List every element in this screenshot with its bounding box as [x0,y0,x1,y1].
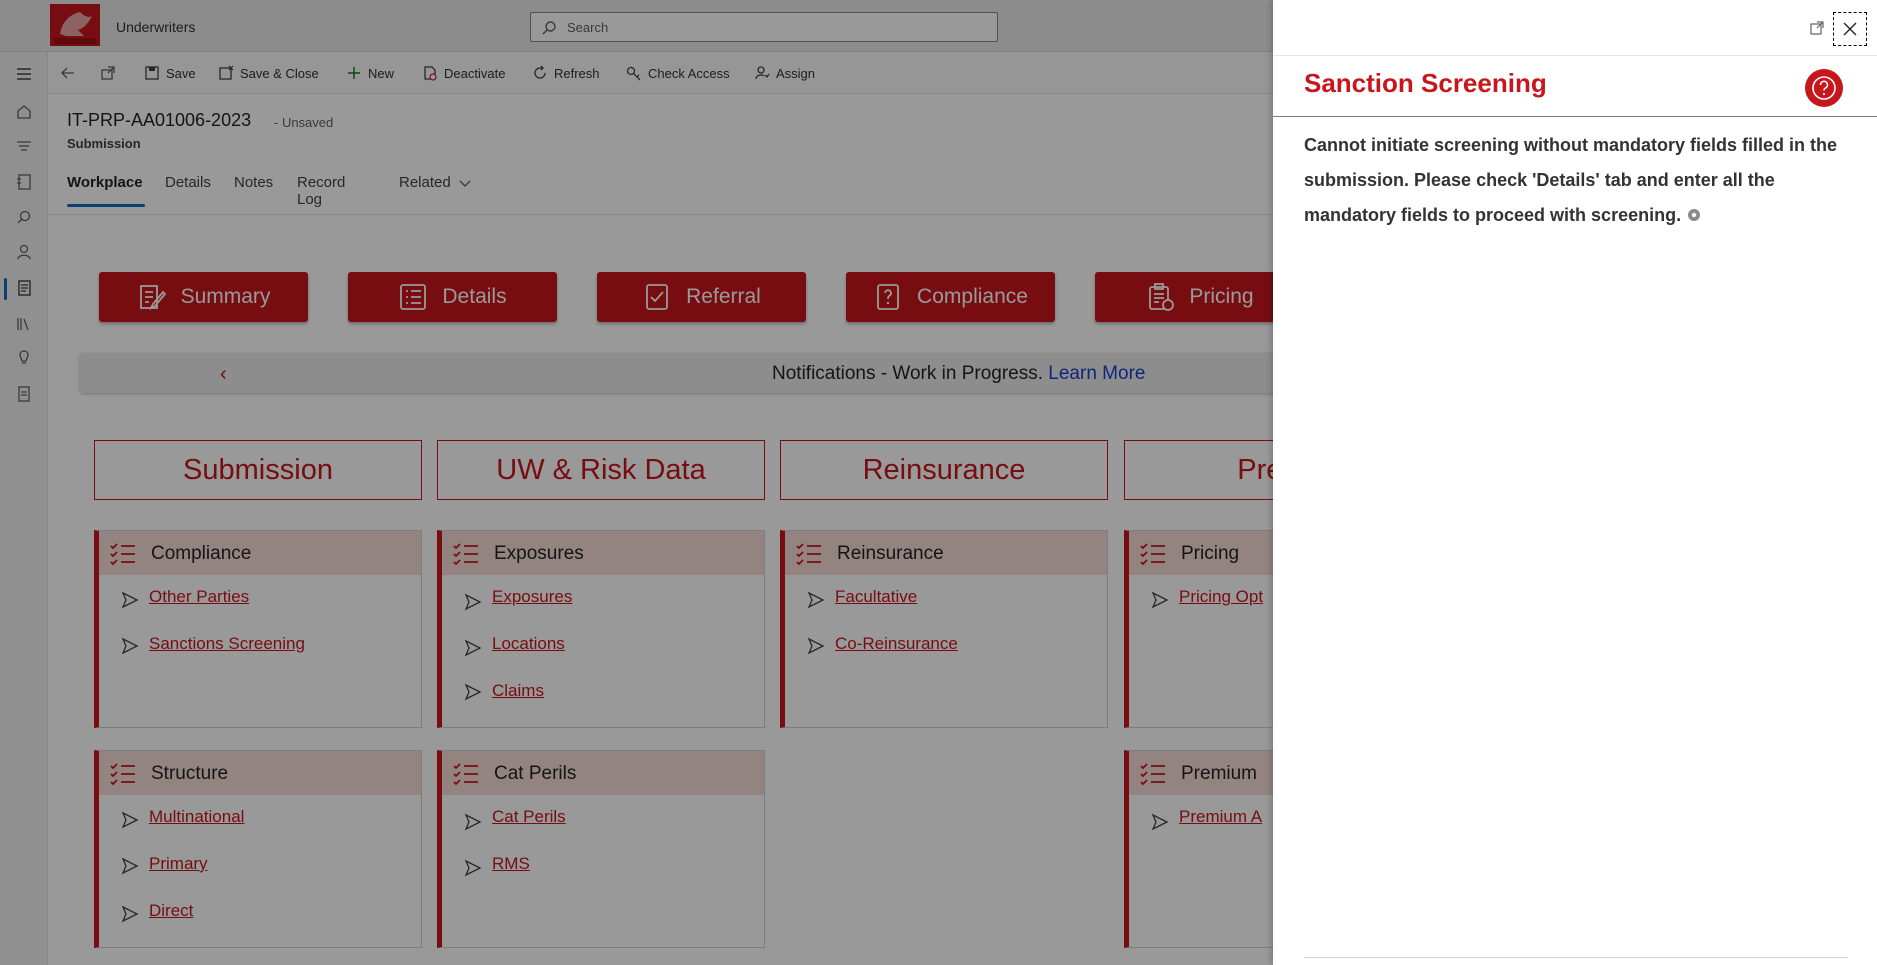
panel-header-bar [1273,0,1877,56]
panel-message: Cannot initiate screening without mandat… [1304,128,1849,233]
modal-overlay[interactable] [0,0,1273,965]
sanction-screening-panel: Sanction Screening Cannot initiate scree… [1273,0,1877,965]
close-icon [1843,22,1857,36]
help-icon[interactable] [1804,68,1844,108]
panel-message-text: Cannot initiate screening without mandat… [1304,135,1838,225]
panel-divider [1273,116,1877,117]
expand-icon[interactable] [1809,20,1825,36]
panel-bottom-divider [1304,957,1848,958]
close-button[interactable] [1833,12,1867,46]
panel-title: Sanction Screening [1304,68,1547,98]
gear-icon [1688,209,1701,221]
